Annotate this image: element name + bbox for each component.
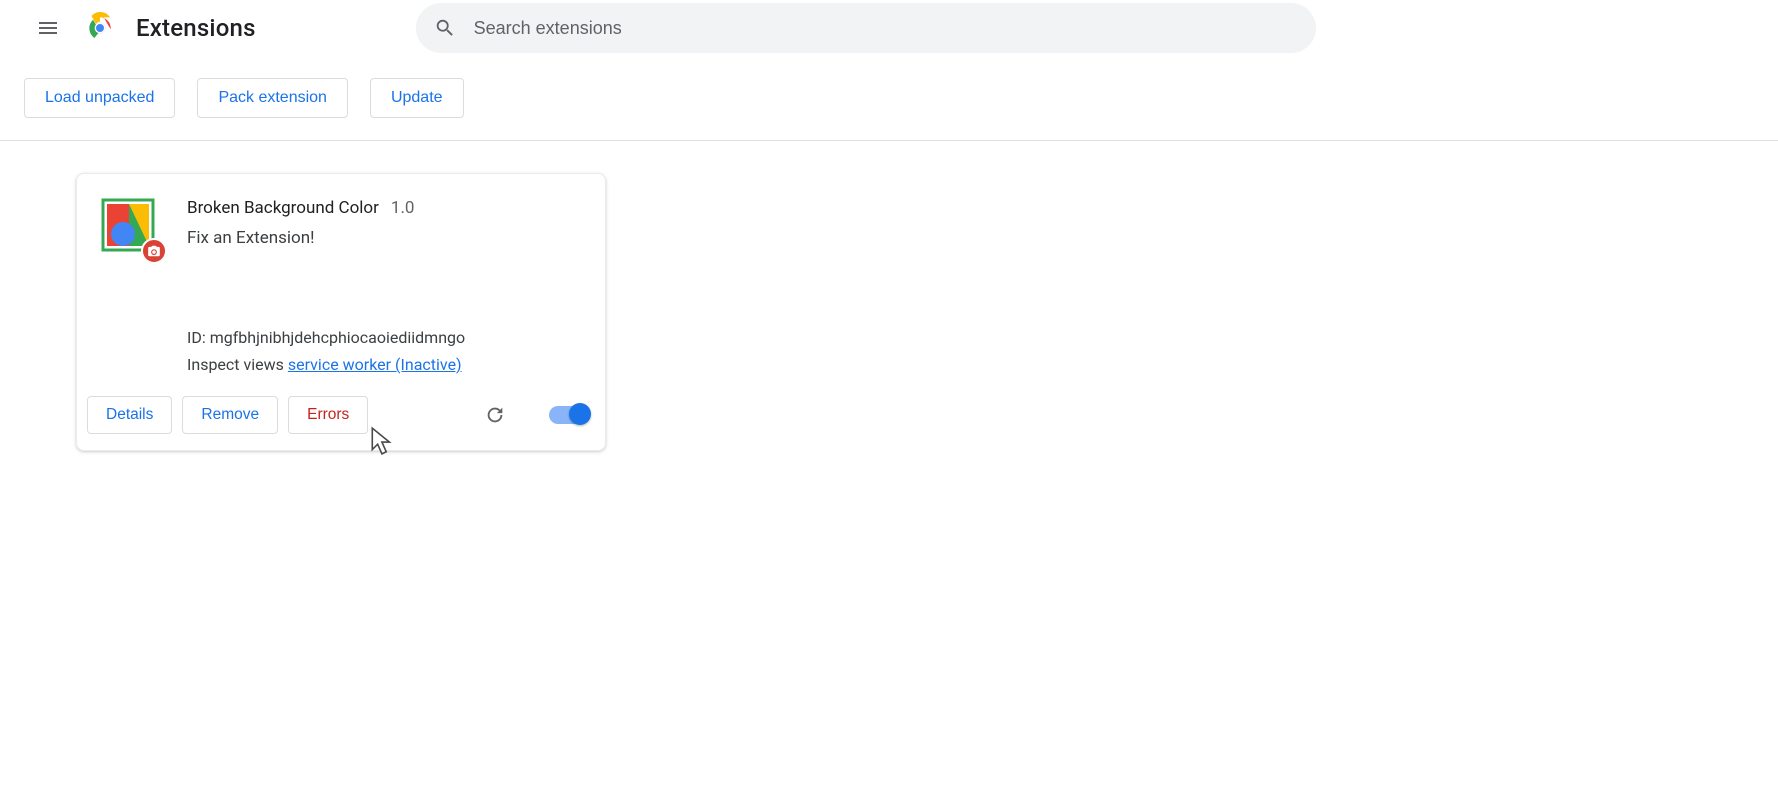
extension-description: Fix an Extension! — [187, 228, 581, 248]
enable-toggle[interactable] — [549, 406, 589, 424]
dev-toolbar: Load unpacked Pack extension Update — [0, 56, 1778, 141]
errors-button[interactable]: Errors — [288, 396, 368, 434]
service-worker-link[interactable]: service worker (Inactive) — [288, 355, 462, 374]
extension-icon — [101, 198, 155, 252]
extension-id-label: ID: — [187, 328, 206, 347]
extension-name: Broken Background Color — [187, 198, 379, 218]
page-title: Extensions — [136, 14, 256, 42]
extension-id-row: ID: mgfbhjnibhjdehcphiocaoiediidmngo — [187, 324, 581, 351]
extension-card: Broken Background Color 1.0 Fix an Exten… — [76, 173, 606, 451]
search-box[interactable] — [416, 3, 1316, 53]
extension-version: 1.0 — [391, 198, 415, 218]
toggle-knob — [569, 403, 591, 425]
extension-id-value: mgfbhjnibhjdehcphiocaoiediidmngo — [210, 328, 465, 347]
inspect-views-row: Inspect views service worker (Inactive) — [187, 351, 581, 378]
error-badge-icon — [141, 238, 167, 264]
menu-button[interactable] — [24, 4, 72, 52]
menu-icon — [36, 16, 60, 40]
pack-extension-button[interactable]: Pack extension — [197, 78, 348, 118]
details-button[interactable]: Details — [87, 396, 172, 434]
chrome-logo-icon — [84, 12, 116, 44]
load-unpacked-button[interactable]: Load unpacked — [24, 78, 175, 118]
reload-icon — [484, 404, 506, 426]
reload-button[interactable] — [481, 401, 509, 429]
search-input[interactable] — [474, 18, 1298, 39]
update-button[interactable]: Update — [370, 78, 464, 118]
remove-button[interactable]: Remove — [182, 396, 278, 434]
search-icon — [434, 17, 456, 39]
inspect-views-label: Inspect views — [187, 355, 284, 374]
app-header: Extensions — [0, 0, 1778, 56]
